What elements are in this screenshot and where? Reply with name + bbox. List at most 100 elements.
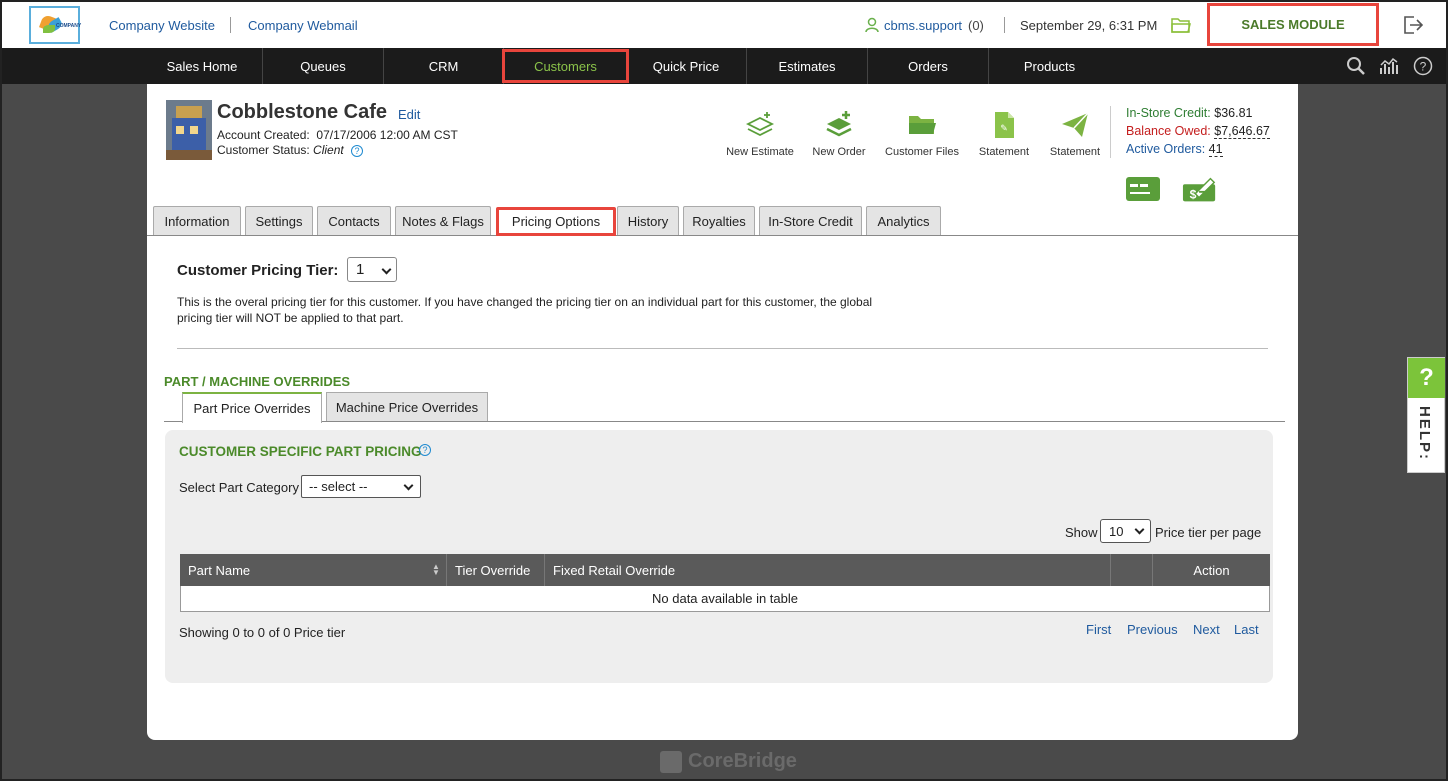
corebridge-logo-icon — [660, 750, 682, 773]
tab-notes-flags[interactable]: Notes & Flags — [395, 206, 491, 235]
new-order-label: New Order — [812, 146, 866, 158]
part-pricing-title: CUSTOMER SPECIFIC PART PRICING — [179, 444, 422, 459]
company-logo[interactable]: COMPANY — [29, 6, 82, 44]
footer-brand-text: CoreBridge — [688, 750, 797, 772]
logout-icon[interactable] — [1402, 15, 1424, 35]
user-name-link[interactable]: cbms.support — [884, 18, 962, 33]
company-webmail-link[interactable]: Company Webmail — [248, 18, 358, 33]
top-bar: COMPANY Company Website Company Webmail … — [0, 0, 1448, 48]
per-page-label: Price tier per page — [1155, 525, 1262, 540]
in-store-credit: In-Store Credit: $36.81 — [1126, 106, 1252, 120]
credit-card-icon[interactable] — [1125, 174, 1161, 204]
avatar-shape — [166, 150, 212, 160]
avatar-shape — [176, 126, 184, 134]
sort-icon: ▲ ▼ — [432, 562, 440, 577]
tab-history[interactable]: History — [617, 206, 679, 235]
column-blank — [1111, 554, 1153, 586]
account-created: Account Created: 07/17/2006 12:00 AM CST — [217, 128, 458, 142]
customer-tabs: Information Settings Contacts Notes & Fl… — [147, 206, 1298, 236]
credit-value: $36.81 — [1214, 106, 1253, 120]
edit-customer-link[interactable]: Edit — [398, 107, 420, 122]
help-label: HELP: — [1416, 406, 1433, 461]
part-pricing-help-icon[interactable]: ? — [419, 444, 431, 456]
customer-status-value: Client — [313, 143, 344, 157]
nav-estimates[interactable]: Estimates — [747, 48, 868, 84]
folder-icon — [909, 116, 936, 134]
part-category-value: -- select -- — [309, 479, 368, 494]
owed-value[interactable]: $7,646.67 — [1214, 124, 1270, 139]
tab-part-price-overrides[interactable]: Part Price Overrides — [182, 392, 322, 423]
column-label: Part Name — [188, 562, 251, 578]
pay-invoice-icon[interactable]: $ — [1182, 174, 1218, 204]
new-order-icon — [826, 111, 852, 137]
customer-avatar — [166, 100, 212, 160]
statement-send-button[interactable]: Statement — [1047, 110, 1103, 158]
customer-files-label: Customer Files — [885, 146, 959, 158]
help-icon[interactable]: ? — [1413, 56, 1433, 76]
pricing-tier-select[interactable]: 1 — [347, 257, 397, 282]
statement-pdf-button[interactable]: ✎ Statement — [977, 110, 1031, 158]
current-date: September 29, 6:31 PM — [1020, 18, 1158, 33]
folder-icon[interactable] — [1171, 16, 1191, 34]
statement-send-label: Statement — [1049, 146, 1101, 158]
orders-value[interactable]: 41 — [1208, 142, 1223, 157]
tab-machine-price-overrides[interactable]: Machine Price Overrides — [326, 392, 488, 421]
logo-text: COMPANY — [56, 23, 82, 29]
account-created-value: 07/17/2006 12:00 AM CST — [316, 128, 458, 142]
column-tier-override: Tier Override — [447, 554, 545, 586]
part-category-select[interactable]: -- select -- — [301, 475, 421, 498]
override-tabs: Part Price Overrides Machine Price Overr… — [164, 392, 1285, 423]
new-order-button[interactable]: New Order — [811, 110, 867, 158]
tab-in-store-credit[interactable]: In-Store Credit — [759, 206, 862, 235]
tab-analytics[interactable]: Analytics — [866, 206, 941, 235]
tab-settings[interactable]: Settings — [245, 206, 313, 235]
pagination-last[interactable]: Last — [1234, 622, 1259, 637]
pagination-next[interactable]: Next — [1193, 622, 1220, 637]
chevron-down-icon — [403, 480, 414, 491]
pagination-previous[interactable]: Previous — [1127, 622, 1178, 637]
help-widget[interactable]: ? HELP: — [1407, 357, 1445, 473]
active-orders: Active Orders: 41 — [1126, 142, 1223, 157]
pagination-first[interactable]: First — [1086, 622, 1111, 637]
divider — [230, 17, 231, 33]
nav-products[interactable]: Products — [989, 48, 1110, 84]
sales-module-button[interactable]: SALES MODULE — [1207, 3, 1379, 46]
divider — [1110, 106, 1111, 158]
chevron-down-icon — [1134, 524, 1145, 535]
page-size-value: 10 — [1109, 523, 1124, 539]
tab-contacts[interactable]: Contacts — [317, 206, 391, 235]
pdf-icon: ✎ — [995, 112, 1014, 138]
table-empty-row: No data available in table — [180, 586, 1270, 612]
customer-files-button[interactable]: Customer Files — [883, 110, 961, 158]
account-created-label: Account Created: — [217, 128, 310, 142]
nav-orders[interactable]: Orders — [868, 48, 989, 84]
nav-quick-price[interactable]: Quick Price — [626, 48, 747, 84]
column-label: Action — [1193, 562, 1230, 578]
new-estimate-button[interactable]: New Estimate — [725, 110, 795, 158]
customer-status: Customer Status: Client — [217, 143, 344, 157]
company-website-link[interactable]: Company Website — [109, 18, 215, 33]
column-fixed-retail-override: Fixed Retail Override — [545, 554, 1111, 586]
tab-royalties[interactable]: Royalties — [683, 206, 755, 235]
column-part-name[interactable]: Part Name ▲ ▼ — [180, 554, 447, 586]
status-help-icon[interactable]: ? — [351, 145, 363, 157]
nav-customers[interactable]: Customers — [502, 49, 629, 83]
search-icon[interactable] — [1346, 56, 1366, 76]
overrides-section-title: PART / MACHINE OVERRIDES — [164, 374, 351, 389]
svg-text:✎: ✎ — [1000, 123, 1008, 133]
column-action: Action — [1153, 554, 1270, 586]
pricing-tier-description: This is the overal pricing tier for this… — [177, 295, 873, 325]
avatar-shape — [190, 126, 198, 134]
nav-sales-home[interactable]: Sales Home — [142, 48, 263, 84]
nav-crm[interactable]: CRM — [384, 48, 504, 84]
customer-panel: Cobblestone Cafe Edit Account Created: 0… — [147, 84, 1298, 740]
send-icon — [1062, 112, 1089, 137]
statement-pdf-label: Statement — [978, 146, 1030, 158]
table-header: Part Name ▲ ▼ Tier Override Fixed Retail … — [180, 554, 1270, 586]
customer-name: Cobblestone Cafe — [217, 101, 388, 123]
page-size-select[interactable]: 10 — [1100, 519, 1151, 543]
tab-pricing-options[interactable]: Pricing Options — [496, 207, 616, 236]
tab-information[interactable]: Information — [153, 206, 241, 235]
nav-queues[interactable]: Queues — [263, 48, 384, 84]
analytics-icon[interactable] — [1379, 56, 1399, 76]
